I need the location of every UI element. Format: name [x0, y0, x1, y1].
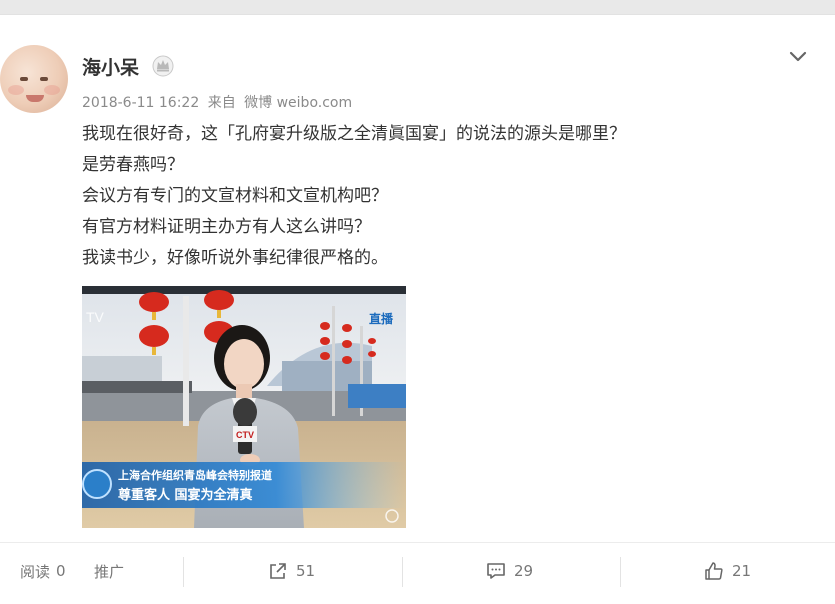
- avatar-cheek-left: [8, 85, 24, 95]
- comment-count: 29: [514, 562, 534, 580]
- caption-line1: 上海合作组织青岛峰会特别报道: [118, 468, 272, 482]
- post-source[interactable]: 微博 weibo.com: [244, 95, 352, 111]
- post-image[interactable]: TV 直播 CTV 上海合作组织青岛峰会特别报道 尊重客人 国宴为全清真: [82, 286, 406, 528]
- post-body: 我现在很好奇，这「孔府宴升级版之全清眞国宴」的说法的源头是哪里？ 是劳春燕吗？ …: [82, 119, 812, 274]
- avatar-eye-left: [20, 77, 28, 81]
- post-line: 我读书少，好像听说外事纪律很严格的。: [82, 248, 388, 268]
- comment-icon: [487, 563, 505, 579]
- read-count: 0: [56, 562, 66, 580]
- post-date[interactable]: 2018-6-11 16:22: [82, 95, 199, 111]
- post-line: 会议方有专门的文宣材料和文宣机构吧？: [82, 186, 388, 206]
- avatar-eye-right: [40, 77, 48, 81]
- post-footer: 阅读 0 推广 51 29 21: [0, 542, 835, 599]
- thumbs-up-icon: [705, 562, 723, 580]
- avatar-mouth: [26, 95, 44, 102]
- crown-icon: [152, 55, 174, 77]
- svg-text:TV: TV: [86, 309, 105, 325]
- chevron-down-icon[interactable]: [787, 45, 809, 67]
- caption-line2: 尊重客人 国宴为全清真: [118, 487, 253, 503]
- share-button[interactable]: 51: [268, 543, 315, 599]
- promote-label: 推广: [94, 562, 125, 581]
- footer-divider: [620, 557, 621, 587]
- like-count: 21: [732, 562, 752, 580]
- read-stat: 阅读 0: [20, 543, 66, 599]
- author-name[interactable]: 海小呆: [82, 53, 139, 80]
- post-line: 是劳春燕吗？: [82, 155, 184, 175]
- share-icon: [270, 563, 286, 579]
- footer-divider: [402, 557, 403, 587]
- read-label: 阅读: [20, 562, 51, 581]
- share-count: 51: [296, 562, 316, 580]
- live-badge: 直播: [369, 311, 394, 326]
- source-prefix: 来自: [207, 95, 236, 111]
- post-line: 有官方材料证明主办方有人这么讲吗？: [82, 217, 371, 237]
- news-broadcast-image: TV 直播 CTV 上海合作组织青岛峰会特别报道 尊重客人 国宴为全清真: [82, 286, 406, 528]
- svg-text:CTV: CTV: [236, 430, 254, 440]
- footer-divider: [183, 557, 184, 587]
- weibo-post-card: 海小呆 2018-6-11 16:22 来自 微博 weibo.com 我现在很…: [0, 14, 835, 604]
- post-meta: 2018-6-11 16:22 来自 微博 weibo.com: [82, 92, 356, 112]
- post-line: 我现在很好奇，这「孔府宴升级版之全清眞国宴」的说法的源头是哪里？: [82, 124, 626, 144]
- avatar[interactable]: [0, 45, 68, 113]
- comment-button[interactable]: 29: [486, 543, 533, 599]
- promote-button[interactable]: 推广: [94, 543, 124, 599]
- like-button[interactable]: 21: [704, 543, 751, 599]
- avatar-cheek-right: [44, 85, 60, 95]
